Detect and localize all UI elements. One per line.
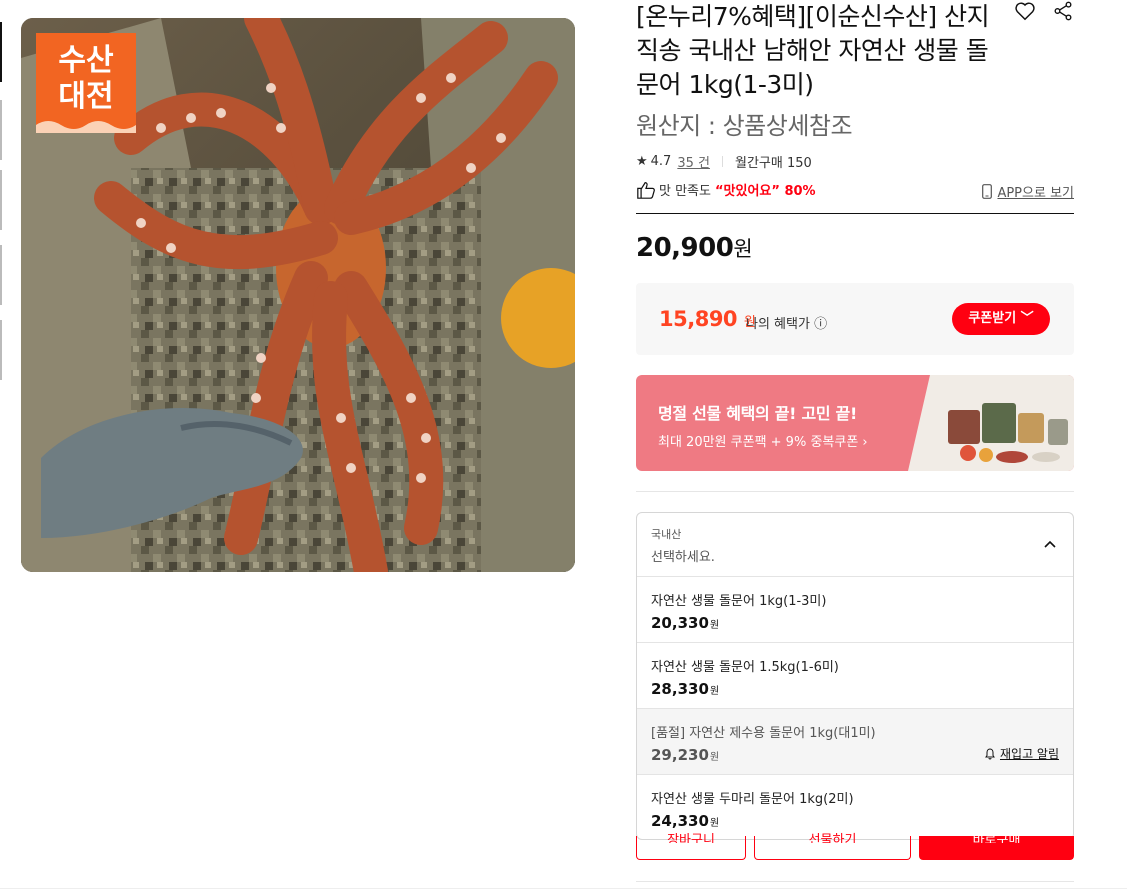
gift-set-image — [908, 375, 1074, 471]
banner-headline: 명절 선물 혜택의 끝! 고민 끝! — [658, 404, 857, 423]
star-icon: ★ — [636, 154, 648, 169]
coupon-button[interactable]: 쿠폰받기 ﹀ — [952, 303, 1050, 335]
gift-button[interactable]: 선물하기 — [754, 833, 911, 860]
benefit-price-value: 15,890 — [659, 307, 738, 331]
product-image[interactable]: 수산 대전 — [21, 18, 575, 572]
thumbnail[interactable] — [0, 320, 2, 380]
monthly-purchase: 월간구매 150 — [734, 156, 812, 171]
divider — [636, 213, 1074, 214]
option-dropdown[interactable]: 국내산 선택하세요. 자연산 생물 돌문어 1kg(1-3미) 20,330원 … — [636, 512, 1074, 840]
buy-now-button-label: 바로구매 — [972, 833, 1021, 843]
thumbs-up-icon — [637, 181, 655, 199]
restock-alert-link[interactable]: 재입고 알림 — [984, 745, 1059, 762]
share-icon[interactable] — [1052, 0, 1074, 22]
option-name: [품절] 자연산 제수용 돌문어 1kg(대1미) — [651, 726, 876, 741]
app-view-link[interactable]: APP으로 보기 — [982, 182, 1074, 201]
thumbnail-strip[interactable] — [0, 20, 3, 390]
rating-row: ★ 4.7 35 건 월간구매 150 — [636, 152, 812, 171]
cart-button[interactable]: 장바구니 — [636, 833, 746, 860]
thumbnail[interactable] — [0, 170, 2, 230]
option-price-unit: 원 — [709, 620, 720, 631]
divider — [721, 156, 723, 167]
option-price-unit: 원 — [709, 818, 720, 829]
bell-icon — [985, 747, 995, 759]
buy-now-button[interactable]: 바로구매 — [919, 833, 1074, 860]
benefit-label[interactable]: 나의 혜택가 ⓘ — [746, 313, 827, 332]
option-name: 자연산 생물 돌문어 1kg(1-3미) — [651, 594, 827, 609]
divider — [636, 491, 1074, 492]
phone-icon — [982, 184, 993, 199]
option-item-sold-out[interactable]: [품절] 자연산 제수용 돌문어 1kg(대1미) 29,230원 재입고 알림 — [637, 709, 1073, 775]
chevron-up-icon[interactable] — [1043, 537, 1057, 551]
option-price: 28,330원 — [651, 680, 719, 698]
badge-line-1: 수산 — [58, 43, 114, 78]
option-item[interactable]: 자연산 생물 돌문어 1kg(1-3미) 20,330원 — [637, 577, 1073, 643]
fishery-fair-badge: 수산 대전 — [36, 33, 136, 133]
divider — [636, 881, 1074, 882]
product-title: [온누리7%혜택][이순신수산] 산지직송 국내산 남해안 자연산 생물 돌문어… — [636, 2, 990, 99]
action-icons — [1014, 0, 1074, 22]
option-price-value: 20,330 — [651, 614, 709, 632]
taste-quote: “맛있어요” 80% — [714, 184, 816, 199]
cart-button-label: 장바구니 — [667, 833, 715, 843]
app-view-label[interactable]: APP으로 보기 — [997, 182, 1074, 201]
wave-icon — [36, 121, 136, 133]
option-name: 자연산 생물 돌문어 1.5kg(1-6미) — [651, 660, 839, 675]
holiday-banner[interactable]: 명절 선물 혜택의 끝! 고민 끝! 최대 20만원 쿠폰팩 + 9% 중복쿠폰… — [636, 375, 1074, 471]
benefit-price: 15,890 원 — [659, 307, 756, 331]
banner-subtext: 최대 20만원 쿠폰팩 + 9% 중복쿠폰 › — [658, 435, 868, 450]
gift-button-label: 선물하기 — [808, 833, 857, 843]
restock-alert-label[interactable]: 재입고 알림 — [1000, 745, 1059, 762]
option-name: 자연산 생물 두마리 돌문어 1kg(2미) — [651, 792, 854, 807]
sale-price: 20,900원 — [636, 233, 753, 263]
option-price: 20,330원 — [651, 614, 719, 632]
option-price-value: 28,330 — [651, 680, 709, 698]
thumbnail[interactable] — [0, 100, 2, 160]
benefit-box: 15,890 원 나의 혜택가 ⓘ 쿠폰받기 ﹀ — [636, 283, 1074, 355]
review-count-link[interactable]: 35 건 — [677, 152, 710, 171]
option-placeholder: 선택하세요. — [651, 550, 715, 565]
badge-line-2: 대전 — [58, 79, 114, 114]
origin-label: 원산지 : 상품상세참조 — [636, 112, 853, 140]
option-price-value: 29,230 — [651, 746, 709, 764]
thumbnail-active[interactable] — [0, 22, 2, 82]
divider — [0, 888, 1127, 889]
thumbnail[interactable] — [0, 245, 2, 305]
price-unit: 원 — [733, 237, 753, 261]
product-page: 수산 대전 [온누리7%혜택][이순신수산] 산지직송 국내산 남해안 자연산 … — [0, 0, 1127, 891]
option-price: 29,230원 — [651, 746, 719, 764]
option-price: 24,330원 — [651, 812, 719, 830]
rating-score: 4.7 — [650, 154, 672, 169]
heart-icon[interactable] — [1014, 0, 1036, 22]
option-price-value: 24,330 — [651, 812, 709, 830]
price-value: 20,900 — [636, 233, 734, 263]
option-category: 국내산 — [651, 528, 682, 541]
option-price-unit: 원 — [709, 686, 720, 697]
action-buttons: 장바구니 선물하기 바로구매 — [636, 833, 1074, 860]
taste-label: 맛 만족도 — [659, 184, 711, 199]
option-price-unit: 원 — [709, 752, 720, 763]
option-item[interactable]: 자연산 생물 돌문어 1.5kg(1-6미) 28,330원 — [637, 643, 1073, 709]
product-info: [온누리7%혜택][이순신수산] 산지직송 국내산 남해안 자연산 생물 돌문어… — [636, 0, 1074, 882]
taste-satisfaction: 맛 만족도 “맛있어요” 80% — [636, 180, 816, 199]
option-select-header[interactable]: 국내산 선택하세요. — [637, 513, 1073, 577]
